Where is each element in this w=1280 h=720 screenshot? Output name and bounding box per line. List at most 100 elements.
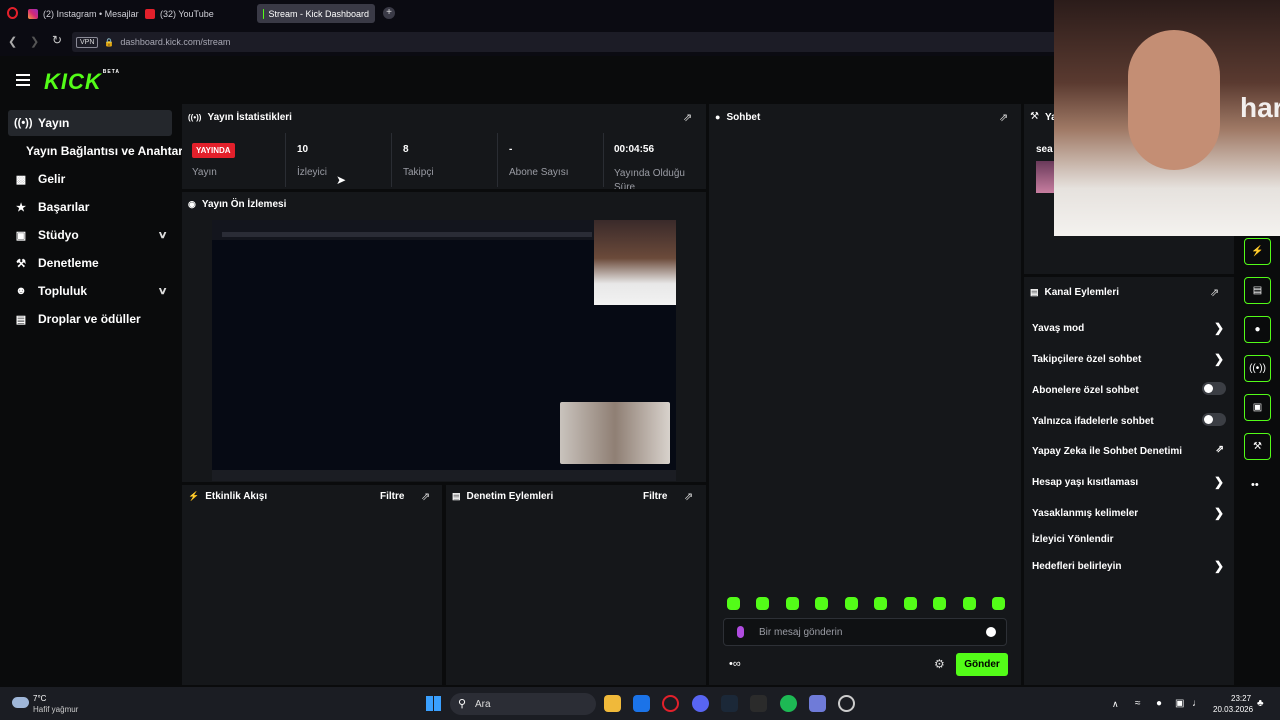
emote-icon[interactable] bbox=[963, 597, 976, 610]
epic-games-icon[interactable] bbox=[750, 695, 767, 712]
send-button[interactable]: Gönder bbox=[956, 653, 1008, 676]
clock-date[interactable]: 20.03.2026 bbox=[1213, 705, 1253, 714]
spotify-icon[interactable] bbox=[780, 695, 797, 712]
outlook-icon[interactable] bbox=[633, 695, 650, 712]
wrench-icon: ⚒ bbox=[16, 257, 26, 270]
webcam-overlay bbox=[594, 220, 676, 305]
windows-start-icon[interactable] bbox=[426, 696, 441, 711]
preview-address-bar bbox=[222, 232, 592, 237]
chat-input[interactable]: Bir mesaj gönderin bbox=[723, 618, 1007, 646]
vpn-badge[interactable]: VPN bbox=[76, 36, 99, 48]
moderation-panel bbox=[446, 485, 706, 685]
expand-icon[interactable]: ⇗ bbox=[1210, 286, 1219, 299]
kick-logo[interactable]: KICKBETA bbox=[44, 69, 120, 95]
chevron-right-icon: ❯ bbox=[1213, 506, 1224, 520]
host-viewers-row[interactable]: İzleyici Yönlendir bbox=[1032, 534, 1226, 545]
microphone-icon[interactable] bbox=[737, 626, 744, 638]
account-age-row[interactable]: Hesap yaşı kısıtlaması ❯ bbox=[1032, 475, 1226, 489]
avatar[interactable] bbox=[1036, 161, 1054, 193]
preview-video[interactable] bbox=[212, 220, 676, 481]
activity-panel bbox=[182, 485, 442, 685]
volume-icon[interactable]: ♩ bbox=[1192, 698, 1202, 709]
moderation-filter-button[interactable]: Filtre bbox=[643, 491, 667, 502]
emote-icon[interactable] bbox=[727, 597, 740, 610]
chart-icon: ▩ bbox=[15, 173, 27, 186]
network-icon[interactable]: ▣ bbox=[1175, 698, 1184, 709]
tab-kick-dashboard[interactable]: Stream - Kick Dashboard bbox=[257, 4, 375, 23]
expand-icon[interactable]: ⇗ bbox=[999, 111, 1008, 124]
chat-icon[interactable]: ● bbox=[1244, 316, 1271, 343]
opera-icon[interactable] bbox=[662, 695, 679, 712]
emote-icon[interactable] bbox=[815, 597, 828, 610]
emotes-only-toggle[interactable] bbox=[1202, 413, 1226, 426]
video-icon[interactable]: ▣ bbox=[1244, 394, 1271, 421]
url-field[interactable]: VPN 🔒 dashboard.kick.com/stream bbox=[72, 32, 1072, 52]
steam-icon[interactable] bbox=[721, 695, 738, 712]
community-icon: ☻ bbox=[15, 285, 27, 297]
emote-icon[interactable] bbox=[904, 597, 917, 610]
chevron-right-icon: ❯ bbox=[1213, 352, 1224, 366]
clock-time[interactable]: 23:27 bbox=[1231, 694, 1251, 703]
lock-icon: 🔒 bbox=[104, 37, 115, 47]
broadcast-icon[interactable]: ((•)) bbox=[1244, 355, 1271, 382]
app-icon[interactable] bbox=[809, 695, 826, 712]
emote-icon[interactable] bbox=[756, 597, 769, 610]
menu-icon[interactable] bbox=[16, 74, 30, 86]
document-icon[interactable]: ▤ bbox=[1244, 277, 1271, 304]
sidebar-item-stream-key[interactable]: Yayın Bağlantısı ve Anahtarı bbox=[8, 138, 186, 164]
emote-icon[interactable] bbox=[933, 597, 946, 610]
chevron-right-icon: ❯ bbox=[1213, 559, 1224, 573]
back-icon[interactable]: ❮ bbox=[8, 35, 17, 48]
bolt-icon[interactable]: ⚡ bbox=[1244, 238, 1271, 265]
obs-icon[interactable] bbox=[838, 695, 855, 712]
wrench-icon: ⚒ bbox=[1030, 111, 1039, 122]
expand-icon[interactable]: ⇗ bbox=[683, 111, 692, 124]
tab-instagram[interactable]: (2) Instagram • Mesajlar bbox=[22, 4, 145, 23]
expand-icon[interactable]: ⇗ bbox=[684, 490, 693, 503]
activity-filter-button[interactable]: Filtre bbox=[380, 491, 404, 502]
emote-icon[interactable] bbox=[874, 597, 887, 610]
discord-icon[interactable] bbox=[692, 695, 709, 712]
emote-icon[interactable] bbox=[786, 597, 799, 610]
reload-icon[interactable]: ↻ bbox=[52, 33, 62, 47]
sidebar-item-studyo[interactable]: ▣ Stüdyo ∨ bbox=[8, 222, 172, 248]
notification-icon[interactable]: ♣ bbox=[1257, 698, 1264, 709]
new-tab-button[interactable]: + bbox=[383, 7, 395, 19]
forward-icon[interactable]: ❯ bbox=[30, 35, 39, 48]
sidebar-item-basarilar[interactable]: ★ Başarılar bbox=[8, 194, 172, 220]
webcam-overlay-secondary bbox=[560, 402, 670, 464]
sidebar-item-droplar[interactable]: ▤ Droplar ve ödüller bbox=[8, 306, 172, 332]
slow-mode-row[interactable]: Yavaş mod ❯ bbox=[1032, 321, 1226, 335]
emote-icon[interactable] bbox=[845, 597, 858, 610]
settings-icon[interactable]: ⚙ bbox=[934, 657, 945, 671]
wrench-icon[interactable]: ⚒ bbox=[1244, 433, 1271, 460]
activity-header: ⚡ Etkinlik Akışı bbox=[188, 490, 268, 502]
sidebar-item-yayin[interactable]: ((•)) Yayın bbox=[8, 110, 172, 136]
chat-users-icon[interactable]: •∞ bbox=[729, 658, 741, 670]
banned-words-row[interactable]: Yasaklanmış kelimeler ❯ bbox=[1032, 506, 1226, 520]
subscribers-only-toggle[interactable] bbox=[1202, 382, 1226, 395]
emotes-only-row: Yalnızca ifadelerle sohbet bbox=[1032, 413, 1226, 427]
stats-header: ((•)) Yayın İstatistikleri bbox=[188, 111, 292, 123]
opera-icon[interactable] bbox=[7, 7, 18, 19]
set-goals-row[interactable]: Hedefleri belirleyin ❯ bbox=[1032, 559, 1226, 573]
url-text: dashboard.kick.com/stream bbox=[120, 37, 231, 47]
wifi-icon[interactable]: ≈ bbox=[1135, 698, 1141, 709]
sidebar-item-denetleme[interactable]: ⚒ Denetleme bbox=[8, 250, 172, 276]
followers-only-row[interactable]: Takipçilere özel sohbet ❯ bbox=[1032, 352, 1226, 366]
list-icon: ▤ bbox=[1030, 286, 1039, 297]
microphone-icon[interactable]: ● bbox=[1156, 698, 1162, 709]
users-icon[interactable]: •• bbox=[1251, 479, 1259, 491]
expand-icon[interactable]: ⇗ bbox=[421, 490, 430, 503]
emoji-icon[interactable] bbox=[986, 627, 996, 637]
chevron-right-icon: ❯ bbox=[1213, 475, 1224, 489]
taskbar-search[interactable]: ⚲ Ara bbox=[450, 693, 596, 715]
sidebar-item-topluluk[interactable]: ☻ Topluluk ∨ bbox=[8, 278, 172, 304]
tray-chevron-icon[interactable]: ∧ bbox=[1112, 699, 1119, 710]
quick-panel-search: sea bbox=[1036, 144, 1053, 155]
tab-youtube[interactable]: (32) YouTube bbox=[139, 4, 220, 23]
emote-icon[interactable] bbox=[992, 597, 1005, 610]
sidebar-item-gelir[interactable]: ▩ Gelir bbox=[8, 166, 172, 192]
ai-moderation-row[interactable]: Yapay Zeka ile Sohbet Denetimi ⇗ bbox=[1032, 444, 1226, 457]
file-explorer-icon[interactable] bbox=[604, 695, 621, 712]
